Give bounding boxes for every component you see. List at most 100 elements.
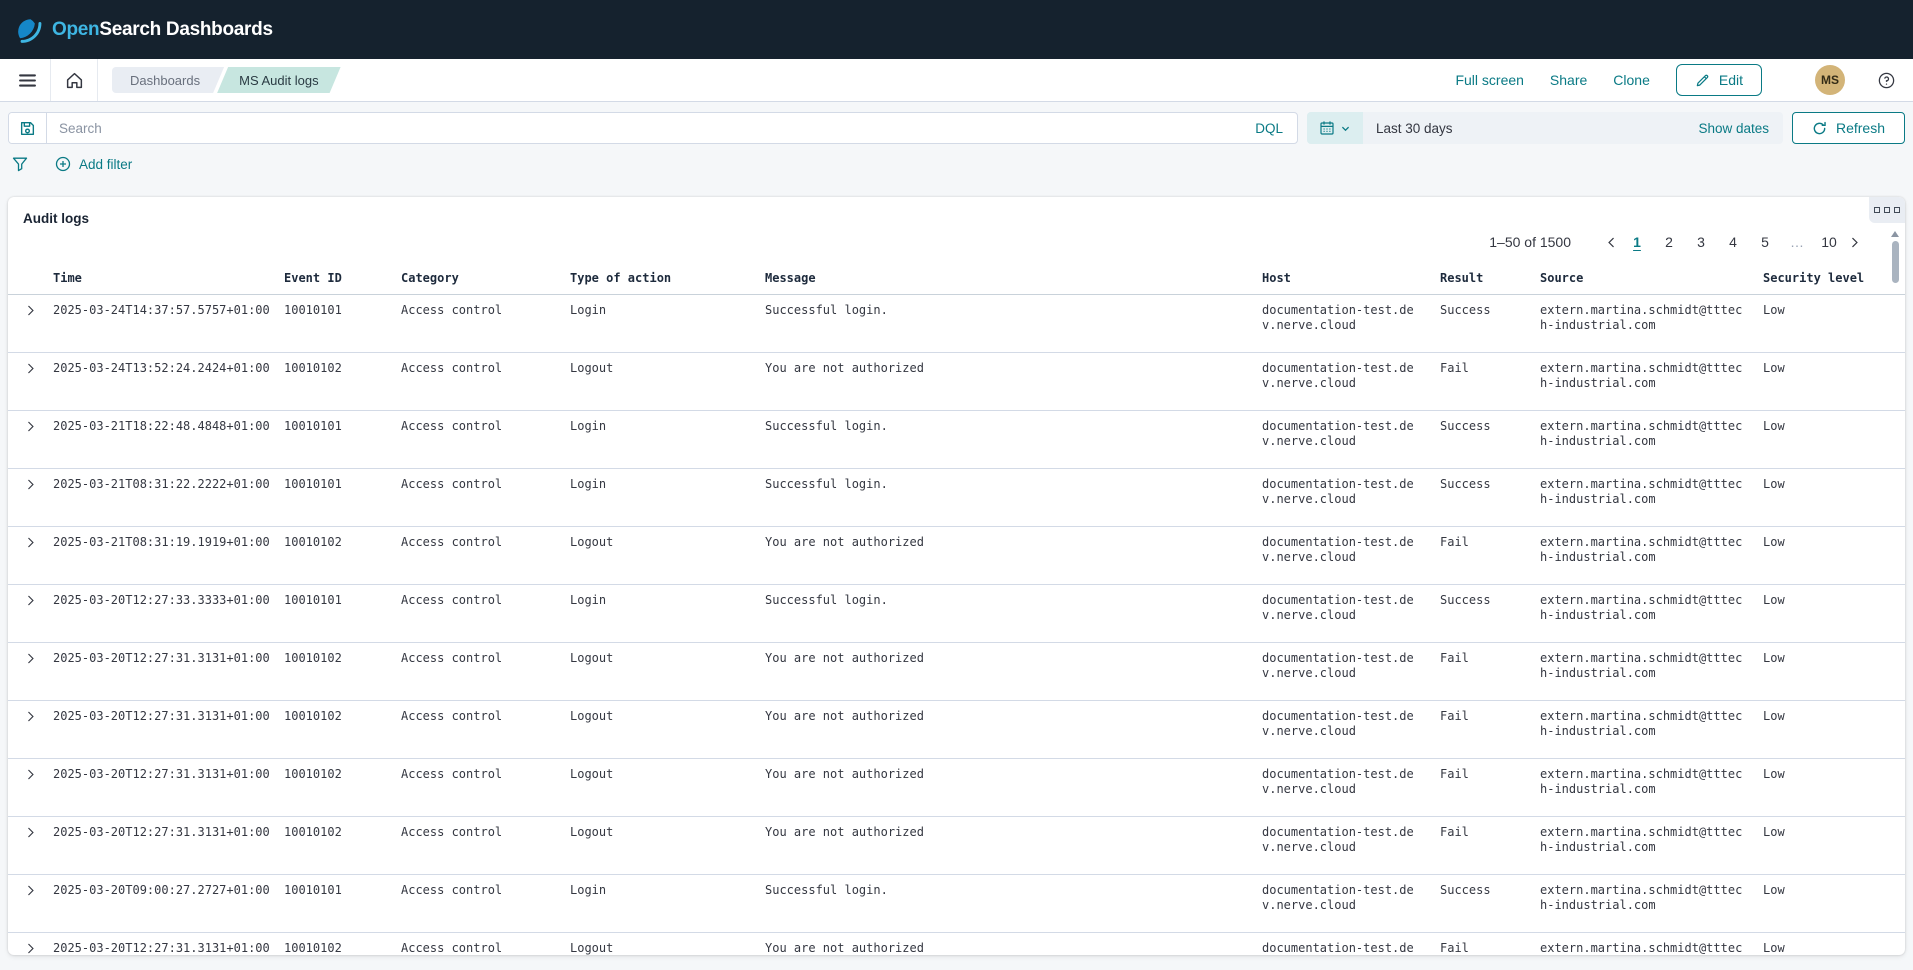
cell-source: extern.martina.schmidt@tttech-industrial… (1540, 643, 1763, 691)
page-button-5[interactable]: 5 (1752, 232, 1778, 252)
share-button[interactable]: Share (1550, 72, 1587, 88)
search-input[interactable] (47, 113, 1241, 143)
expand-row-button[interactable] (8, 817, 53, 865)
cell-event-id: 10010101 (284, 295, 401, 343)
panel-options-button[interactable] (1869, 197, 1905, 223)
next-page-button[interactable] (1848, 236, 1861, 249)
cell-event-id: 10010102 (284, 759, 401, 807)
cell-security-level: Low (1763, 527, 1905, 575)
table-row: 2025-03-20T12:27:33.3333+01:0010010101Ac… (8, 585, 1905, 643)
home-button[interactable] (59, 65, 89, 95)
date-range-label[interactable]: Last 30 days (1363, 121, 1453, 136)
cell-category: Access control (401, 295, 570, 343)
cell-result: Success (1440, 295, 1540, 343)
cell-source: extern.martina.schmidt@tttech-industrial… (1540, 585, 1763, 633)
cell-time: 2025-03-21T08:31:19.1919+01:00 (53, 527, 284, 575)
cell-time: 2025-03-20T12:27:31.3131+01:00 (53, 759, 284, 807)
cell-result: Fail (1440, 817, 1540, 865)
audit-table-body: 2025-03-24T14:37:57.5757+01:0010010101Ac… (8, 295, 1905, 955)
breadcrumb-ms-audit-logs[interactable]: MS Audit logs (217, 67, 341, 93)
cell-source: extern.martina.schmidt@tttech-industrial… (1540, 933, 1763, 955)
cell-message: You are not authorized (765, 817, 1262, 865)
expand-row-button[interactable] (8, 643, 53, 691)
cell-host: documentation-test.dev.nerve.cloud (1262, 469, 1440, 517)
breadcrumb-dashboards[interactable]: Dashboards (112, 67, 224, 93)
dql-button[interactable]: DQL (1241, 113, 1297, 143)
cell-time: 2025-03-24T14:37:57.5757+01:00 (53, 295, 284, 343)
cell-message: You are not authorized (765, 643, 1262, 691)
page-button-10[interactable]: 10 (1816, 232, 1842, 252)
column-header-category: Category (401, 271, 570, 289)
page-button-2[interactable]: 2 (1656, 232, 1682, 252)
cell-security-level: Low (1763, 817, 1905, 865)
breadcrumb: Dashboards MS Audit logs (112, 67, 341, 93)
chevron-right-icon (24, 768, 37, 781)
home-icon (65, 71, 84, 90)
expand-row-button[interactable] (8, 295, 53, 343)
cell-result: Success (1440, 469, 1540, 517)
help-button[interactable] (1871, 65, 1901, 95)
expand-row-button[interactable] (8, 585, 53, 633)
scroll-up-icon[interactable] (1891, 231, 1899, 237)
cell-time: 2025-03-20T12:27:31.3131+01:00 (53, 643, 284, 691)
chevron-right-icon (24, 478, 37, 491)
cell-time: 2025-03-20T12:27:31.3131+01:00 (53, 933, 284, 955)
cell-category: Access control (401, 701, 570, 749)
cell-source: extern.martina.schmidt@tttech-industrial… (1540, 817, 1763, 865)
date-picker: Last 30 days Show dates (1307, 112, 1783, 144)
expand-row-button[interactable] (8, 469, 53, 517)
expand-row-button[interactable] (8, 527, 53, 575)
chevron-right-icon (24, 884, 37, 897)
filter-button[interactable] (12, 156, 28, 172)
table-row: 2025-03-21T18:22:48.4848+01:0010010101Ac… (8, 411, 1905, 469)
scrollbar-thumb[interactable] (1892, 241, 1899, 283)
cell-source: extern.martina.schmidt@tttech-industrial… (1540, 295, 1763, 343)
panel-scrollbar[interactable] (1890, 231, 1900, 947)
page-background: DQL Last 30 days Show dates Refresh Add … (0, 102, 1913, 970)
avatar[interactable]: MS (1815, 65, 1845, 95)
cell-event-id: 10010101 (284, 469, 401, 517)
cell-message: Successful login. (765, 411, 1262, 459)
cell-event-id: 10010101 (284, 585, 401, 633)
page-button-3[interactable]: 3 (1688, 232, 1714, 252)
refresh-button-label: Refresh (1836, 120, 1885, 136)
clone-button[interactable]: Clone (1613, 72, 1650, 88)
cell-category: Access control (401, 585, 570, 633)
previous-page-button[interactable] (1605, 236, 1618, 249)
cell-event-id: 10010102 (284, 933, 401, 955)
page-button-1[interactable]: 1 (1624, 232, 1650, 252)
full-screen-button[interactable]: Full screen (1455, 72, 1523, 88)
pager-ellipsis: … (1784, 232, 1810, 252)
table-row: 2025-03-20T12:27:31.3131+01:0010010102Ac… (8, 643, 1905, 701)
show-dates-button[interactable]: Show dates (1698, 121, 1783, 136)
expand-row-button[interactable] (8, 701, 53, 749)
cell-security-level: Low (1763, 875, 1905, 923)
cell-host: documentation-test.dev.nerve.cloud (1262, 585, 1440, 633)
edit-button[interactable]: Edit (1676, 64, 1762, 96)
expand-row-button[interactable] (8, 875, 53, 923)
expand-row-button[interactable] (8, 353, 53, 401)
expand-row-button[interactable] (8, 759, 53, 807)
search-box: DQL (8, 112, 1298, 144)
cell-time: 2025-03-20T12:27:31.3131+01:00 (53, 701, 284, 749)
cell-type-of-action: Logout (570, 759, 765, 807)
cell-source: extern.martina.schmidt@tttech-industrial… (1540, 759, 1763, 807)
menu-button[interactable] (12, 65, 42, 95)
date-picker-button[interactable] (1307, 112, 1363, 144)
cell-time: 2025-03-21T18:22:48.4848+01:00 (53, 411, 284, 459)
add-filter-button[interactable]: Add filter (55, 156, 132, 172)
cell-result: Fail (1440, 759, 1540, 807)
cell-source: extern.martina.schmidt@tttech-industrial… (1540, 875, 1763, 923)
cell-security-level: Low (1763, 585, 1905, 633)
save-query-button[interactable] (9, 113, 47, 143)
expand-row-button[interactable] (8, 933, 53, 955)
page-button-4[interactable]: 4 (1720, 232, 1746, 252)
cell-category: Access control (401, 933, 570, 955)
brand-search: Search (99, 19, 161, 40)
refresh-button[interactable]: Refresh (1792, 112, 1905, 144)
cell-source: extern.martina.schmidt@tttech-industrial… (1540, 411, 1763, 459)
table-row: 2025-03-24T13:52:24.2424+01:0010010102Ac… (8, 353, 1905, 411)
cell-message: Successful login. (765, 585, 1262, 633)
cell-type-of-action: Logout (570, 817, 765, 865)
expand-row-button[interactable] (8, 411, 53, 459)
